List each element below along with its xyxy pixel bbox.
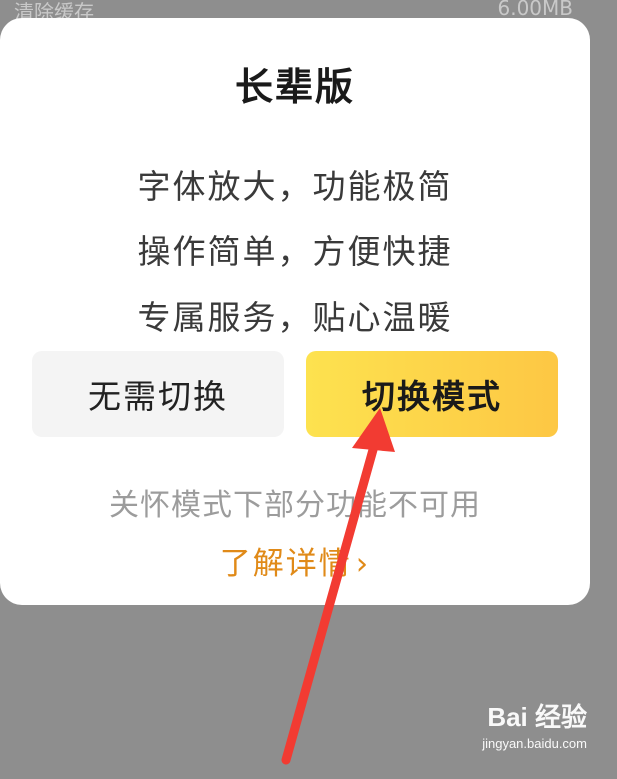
no-switch-label: 无需切换 — [88, 377, 228, 416]
limited-features-note: 关怀模式下部分功能不可用 — [109, 488, 481, 523]
baidu-watermark: Bai 经验 jingyan.baidu.com — [482, 697, 587, 751]
feature-line-2: 操作简单，方便快捷 — [137, 232, 453, 271]
elder-mode-dialog: 长辈版 字体放大，功能极简 操作简单，方便快捷 专属服务，贴心温暖 无需切换 切… — [0, 18, 590, 605]
chevron-right-icon: › — [355, 546, 371, 582]
feature-line-3: 专属服务，贴心温暖 — [137, 298, 453, 337]
no-switch-button[interactable]: 无需切换 — [32, 351, 284, 437]
dialog-title: 长辈版 — [234, 65, 355, 109]
switch-mode-button[interactable]: 切换模式 — [306, 351, 558, 437]
switch-mode-label: 切换模式 — [362, 377, 502, 416]
background-settings-row: 清除缓存 6.00MB — [0, 0, 617, 24]
watermark-brand: Bai 经验 — [487, 702, 587, 732]
learn-more-label: 了解详情 — [219, 546, 352, 582]
cache-size-value: 6.00MB — [497, 0, 573, 20]
feature-line-1: 字体放大，功能极简 — [137, 167, 453, 206]
watermark-url: jingyan.baidu.com — [482, 736, 587, 751]
learn-more-link[interactable]: 了解详情 › — [0, 538, 590, 583]
